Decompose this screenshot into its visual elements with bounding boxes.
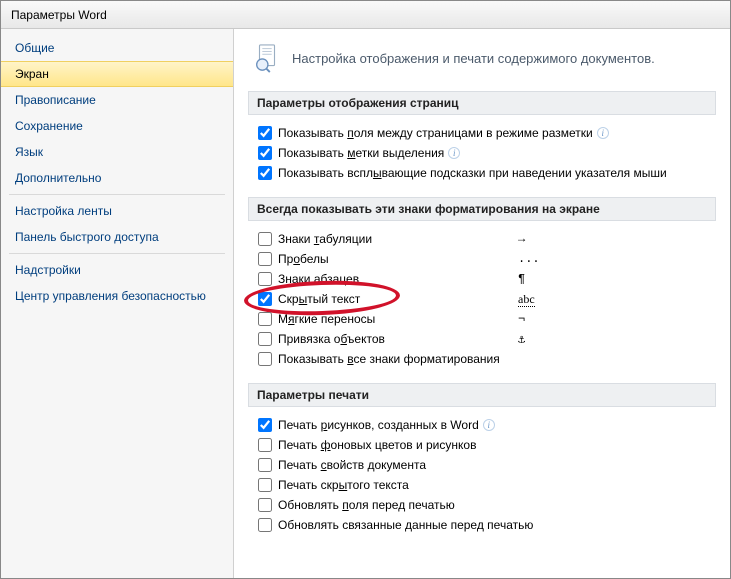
sections: Параметры отображения страниц Показывать … [248,91,716,543]
section-marks-label-6[interactable]: Показывать все знаки форматирования [278,352,500,366]
section-marks-checkbox-6[interactable] [258,352,272,366]
section-marks-label-4[interactable]: Мягкие переносы [278,312,375,326]
section-print-row-1: Печать фоновых цветов и рисунков [258,435,712,455]
formatting-mark-icon: ¶ [518,272,525,286]
section-marks-label-3[interactable]: Скрытый текст [278,292,360,306]
section-print-label-4[interactable]: Обновлять поля перед печатью [278,498,455,512]
sidebar-item-8[interactable]: Надстройки [1,257,233,283]
sidebar-item-1[interactable]: Экран [1,61,233,87]
section-marks-header: Всегда показывать эти знаки форматирован… [248,197,716,221]
dialog-body: ОбщиеЭкранПравописаниеСохранениеЯзыкДопо… [1,29,730,578]
formatting-mark-icon: ⚓ [518,332,525,347]
info-icon: i [597,127,609,139]
section-marks-row-3: Скрытый текст abc [258,289,712,309]
section-marks-body: Знаки табуляции → Пробелы... Знаки абзацев ¶… [248,221,716,377]
section-display-header: Параметры отображения страниц [248,91,716,115]
section-print-row-3: Печать скрытого текста [258,475,712,495]
sidebar-separator [9,194,225,195]
sidebar-separator [9,253,225,254]
section-print-label-3[interactable]: Печать скрытого текста [278,478,409,492]
page-header-desc: Настройка отображения и печати содержимо… [292,51,655,66]
sidebar-item-6[interactable]: Настройка ленты [1,198,233,224]
section-marks-checkbox-5[interactable] [258,332,272,346]
sidebar-item-2[interactable]: Правописание [1,87,233,113]
sidebar: ОбщиеЭкранПравописаниеСохранениеЯзыкДопо… [1,29,234,578]
info-icon: i [448,147,460,159]
formatting-mark-icon: ¬ [518,312,525,326]
section-marks-row-2: Знаки абзацев ¶ [258,269,712,289]
page-header: Настройка отображения и печати содержимо… [248,39,716,85]
section-marks-row-6: Показывать все знаки форматирования [258,349,712,369]
section-print-checkbox-3[interactable] [258,478,272,492]
section-print-checkbox-5[interactable] [258,518,272,532]
sidebar-item-3[interactable]: Сохранение [1,113,233,139]
page-icon [252,43,282,73]
info-icon: i [483,419,495,431]
section-display-row-1: Показывать метки выделения i [258,143,712,163]
content-pane: Настройка отображения и печати содержимо… [234,29,730,578]
section-marks-checkbox-4[interactable] [258,312,272,326]
section-print-row-2: Печать свойств документа [258,455,712,475]
section-marks-row-4: Мягкие переносы ¬ [258,309,712,329]
section-marks-label-0[interactable]: Знаки табуляции [278,232,372,246]
section-marks-checkbox-3[interactable] [258,292,272,306]
section-print-checkbox-0[interactable] [258,418,272,432]
sidebar-item-7[interactable]: Панель быстрого доступа [1,224,233,250]
section-print-checkbox-1[interactable] [258,438,272,452]
section-display-body: Показывать поля между страницами в режим… [248,115,716,191]
sidebar-item-4[interactable]: Язык [1,139,233,165]
section-display-row-0: Показывать поля между страницами в режим… [258,123,712,143]
section-print-checkbox-2[interactable] [258,458,272,472]
dialog-titlebar: Параметры Word [1,1,730,29]
section-marks-label-1[interactable]: Пробелы [278,252,329,266]
section-print-header: Параметры печати [248,383,716,407]
section-marks-checkbox-2[interactable] [258,272,272,286]
sidebar-item-9[interactable]: Центр управления безопасностью [1,283,233,309]
section-print-label-2[interactable]: Печать свойств документа [278,458,426,472]
section-marks-row-0: Знаки табуляции → [258,229,712,249]
section-display-checkbox-1[interactable] [258,146,272,160]
section-marks-row-1: Пробелы... [258,249,712,269]
section-display-row-2: Показывать всплывающие подсказки при нав… [258,163,712,183]
section-marks-checkbox-0[interactable] [258,232,272,246]
formatting-mark-icon: → [518,232,525,246]
sidebar-item-5[interactable]: Дополнительно [1,165,233,191]
section-print-label-5[interactable]: Обновлять связанные данные перед печатью [278,518,533,532]
section-print-row-5: Обновлять связанные данные перед печатью [258,515,712,535]
section-print-label-1[interactable]: Печать фоновых цветов и рисунков [278,438,476,452]
formatting-mark-icon: abc [518,292,535,307]
section-marks-checkbox-1[interactable] [258,252,272,266]
section-display-checkbox-0[interactable] [258,126,272,140]
section-display-checkbox-2[interactable] [258,166,272,180]
word-options-dialog: Параметры Word ОбщиеЭкранПравописаниеСох… [0,0,731,579]
section-print-row-0: Печать рисунков, созданных в Word i [258,415,712,435]
section-print-label-0[interactable]: Печать рисунков, созданных в Word [278,418,479,432]
formatting-mark-icon: ... [518,252,540,266]
section-print-body: Печать рисунков, созданных в WordiПечать… [248,407,716,543]
section-display-label-0[interactable]: Показывать поля между страницами в режим… [278,126,593,140]
section-marks-row-5: Привязка объектов ⚓ [258,329,712,349]
section-marks-label-2[interactable]: Знаки абзацев [278,272,359,286]
dialog-title: Параметры Word [11,8,107,22]
section-marks-label-5[interactable]: Привязка объектов [278,332,385,346]
section-print-row-4: Обновлять поля перед печатью [258,495,712,515]
section-display-label-1[interactable]: Показывать метки выделения [278,146,444,160]
section-print-checkbox-4[interactable] [258,498,272,512]
section-display-label-2[interactable]: Показывать всплывающие подсказки при нав… [278,166,667,180]
sidebar-item-0[interactable]: Общие [1,35,233,61]
